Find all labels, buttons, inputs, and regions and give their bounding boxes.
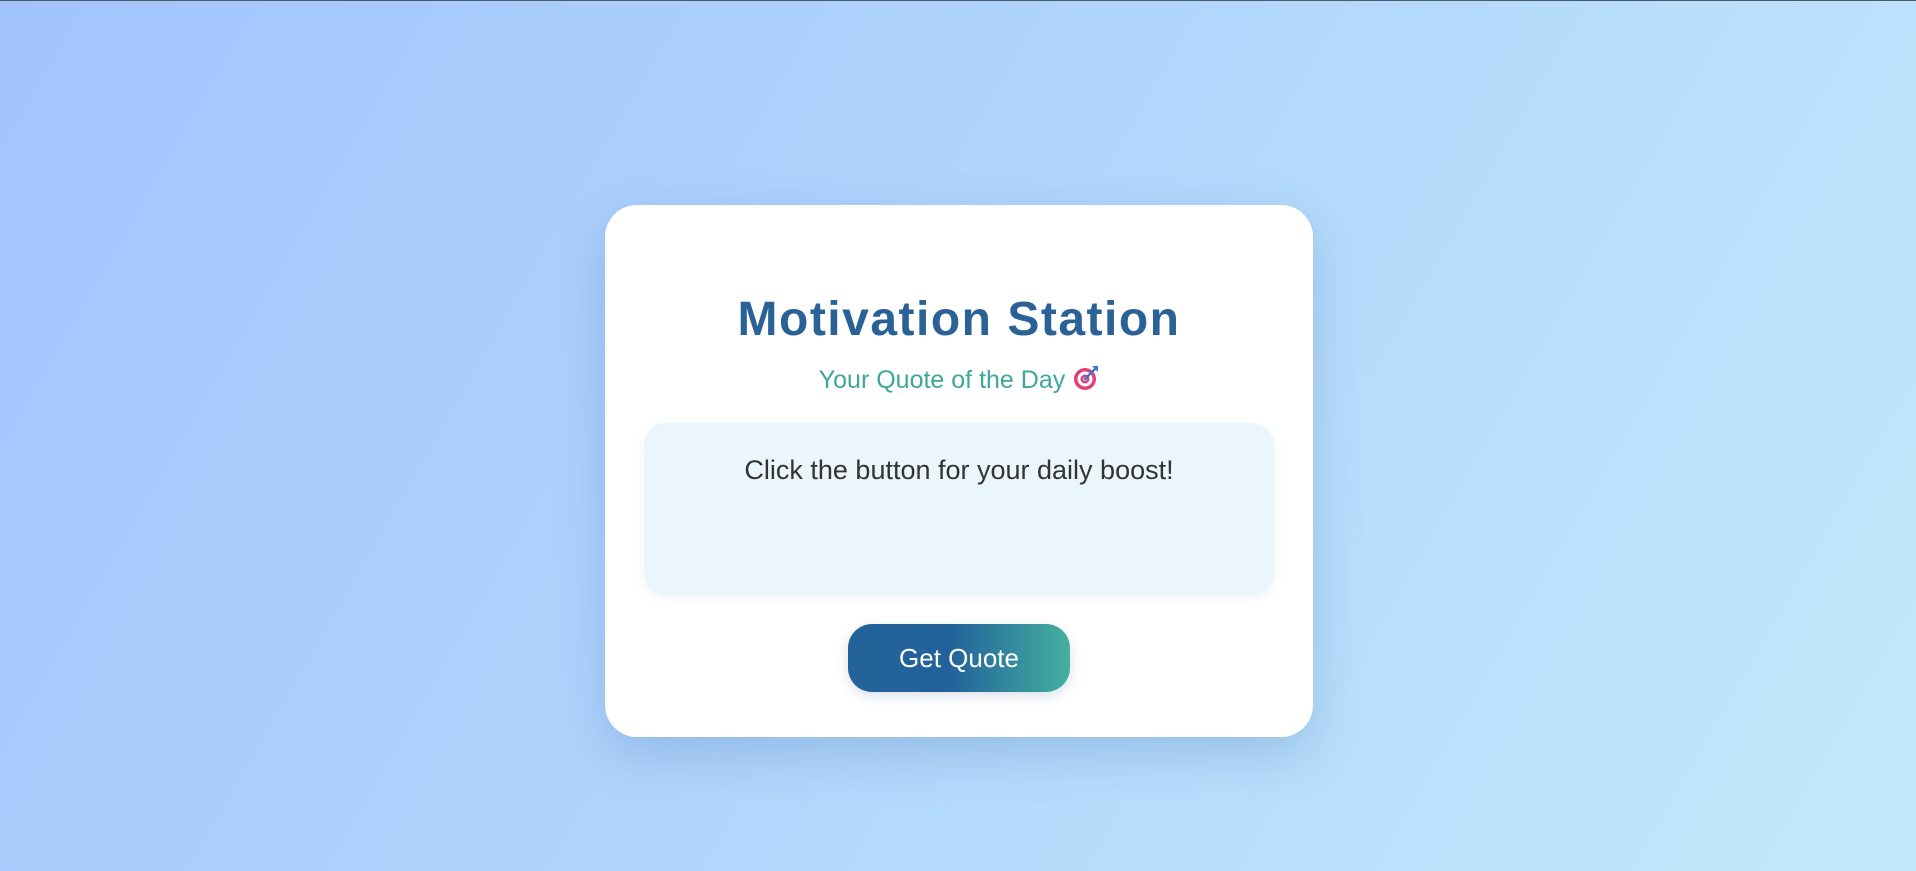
target-icon xyxy=(1073,365,1099,391)
get-quote-button[interactable]: Get Quote xyxy=(848,624,1070,692)
subtitle: Your Quote of the Day xyxy=(605,363,1313,397)
quote-card: Motivation Station Your Quote of the Day… xyxy=(605,205,1313,737)
quote-text: Click the button for your daily boost! xyxy=(744,455,1174,485)
page-title: Motivation Station xyxy=(737,293,1181,346)
subtitle-text: Your Quote of the Day xyxy=(818,366,1066,394)
quote-box: Click the button for your daily boost! xyxy=(644,423,1274,595)
